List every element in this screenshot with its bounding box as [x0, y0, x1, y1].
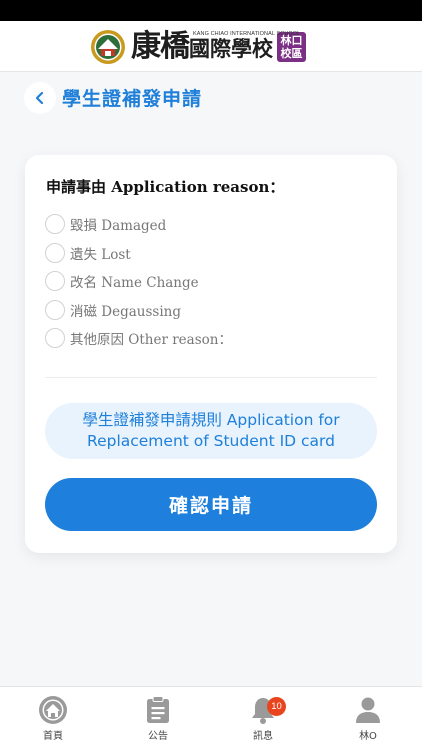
tab-messages[interactable]: 訊息 [221, 687, 305, 750]
radio-button[interactable] [45, 242, 65, 263]
school-emblem-icon [91, 30, 125, 64]
reason-section-label: 申請事由 Application reason： [46, 178, 285, 196]
reason-label: 毀損 Damaged [70, 218, 167, 235]
campus-line-2: 校區 [280, 47, 303, 60]
school-name: 康橋國際學校 KANG CHIAO INTERNATIONAL SCHOOL [131, 28, 300, 66]
school-name-english: KANG CHIAO INTERNATIONAL SCHOOL [193, 31, 301, 37]
person-icon [353, 695, 383, 725]
reason-option-lost[interactable]: 遺失 Lost [45, 239, 232, 268]
reason-label: 改名 Name Change [70, 275, 199, 292]
tab-label: 訊息 [253, 731, 273, 742]
radio-button[interactable] [45, 214, 65, 235]
page-title: 學生證補發申請 [62, 88, 203, 110]
reason-option-degaussing[interactable]: 消磁 Degaussing [45, 296, 232, 325]
back-button[interactable] [24, 82, 56, 114]
chevron-left-icon [35, 91, 44, 105]
application-form-card: 申請事由 Application reason： 毀損 Damaged 遺失 L… [25, 155, 397, 553]
app-header: 康橋國際學校 KANG CHIAO INTERNATIONAL SCHOOL 林… [0, 21, 422, 72]
reason-option-name-change[interactable]: 改名 Name Change [45, 267, 232, 296]
school-name-rest: 國際學校 [189, 36, 273, 61]
school-logo: 康橋國際學校 KANG CHIAO INTERNATIONAL SCHOOL 林… [90, 28, 306, 66]
radio-button[interactable] [45, 328, 65, 349]
reason-label: 其他原因 Other reason： [70, 332, 232, 349]
reason-label: 消磁 Degaussing [70, 303, 181, 320]
tab-label: 林O [359, 731, 377, 742]
clipboard-icon [143, 695, 173, 725]
reason-radio-group: 毀損 Damaged 遺失 Lost 改名 Name Change 消磁 Deg… [45, 210, 232, 353]
bottom-tab-bar: 首頁 公告 訊息 林O [0, 686, 422, 750]
page-title-row: 學生證補發申請 [0, 78, 422, 120]
confirm-application-button[interactable]: 確認申請 [45, 478, 377, 531]
school-name-big: 康橋 [131, 29, 190, 64]
reason-label: 遺失 Lost [70, 246, 131, 263]
radio-button[interactable] [45, 271, 65, 292]
tab-label: 首頁 [43, 731, 63, 742]
divider [45, 377, 377, 378]
message-count-badge: 10 [267, 697, 286, 716]
reason-option-other[interactable]: 其他原因 Other reason： [45, 324, 232, 353]
radio-button[interactable] [45, 299, 65, 320]
tab-label: 公告 [148, 731, 168, 742]
tab-profile[interactable]: 林O [326, 687, 410, 750]
status-bar [0, 0, 422, 21]
home-emblem-icon [38, 695, 68, 725]
application-rules-button[interactable]: 學生證補發申請規則 Application for Replacement of… [45, 403, 377, 459]
tab-announcements[interactable]: 公告 [116, 687, 200, 750]
tab-home[interactable]: 首頁 [11, 687, 95, 750]
reason-option-damaged[interactable]: 毀損 Damaged [45, 210, 232, 239]
